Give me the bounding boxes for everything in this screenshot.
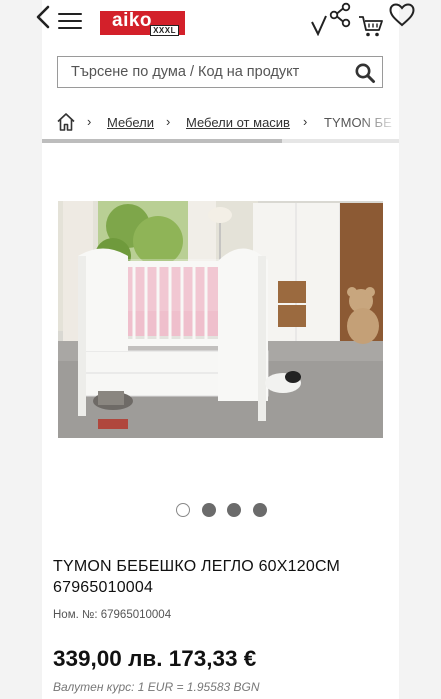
- compare-icon[interactable]: [307, 12, 329, 36]
- chevron-right-icon: ›: [303, 114, 308, 129]
- chevron-right-icon: ›: [87, 114, 92, 129]
- search-icon[interactable]: [354, 62, 376, 84]
- search-input[interactable]: [58, 57, 356, 87]
- top-bar: aiko XXXL: [0, 0, 441, 44]
- product-image[interactable]: [58, 201, 383, 438]
- carousel-dots: [173, 503, 273, 519]
- product-number-value: 67965010004: [100, 609, 172, 621]
- logo-badge: XXXL: [150, 25, 179, 36]
- share-icon[interactable]: [328, 2, 352, 28]
- product-number-label: Ном. №:: [53, 609, 98, 621]
- heart-icon[interactable]: [389, 3, 415, 27]
- menu-icon[interactable]: [58, 10, 84, 32]
- breadcrumb-scrollbar[interactable]: [42, 139, 399, 143]
- product-price: 339,00 лв. 173,33 €: [53, 646, 257, 671]
- breadcrumb-link-furniture[interactable]: Мебели: [107, 115, 154, 130]
- carousel-dot-3[interactable]: [227, 503, 241, 517]
- product-number: Ном. №: 67965010004: [53, 609, 171, 621]
- logo[interactable]: aiko XXXL: [100, 10, 185, 36]
- breadcrumb: › Мебели › Мебели от масив › TYMON БЕ: [42, 108, 399, 138]
- exchange-rate: Валутен курс: 1 EUR = 1.95583 BGN: [53, 680, 260, 694]
- carousel-dot-1[interactable]: [176, 503, 190, 517]
- chevron-right-icon: ›: [166, 114, 171, 129]
- carousel-dot-4[interactable]: [253, 503, 267, 517]
- breadcrumb-link-solid-wood[interactable]: Мебели от масив: [186, 115, 290, 130]
- logo-text: aiko: [112, 10, 153, 31]
- scrollbar-thumb[interactable]: [42, 139, 282, 143]
- carousel-dot-2[interactable]: [202, 503, 216, 517]
- search-box: [57, 56, 383, 88]
- back-arrow-icon[interactable]: [32, 4, 56, 30]
- product-title: TYMON БЕБЕШКО ЛЕГЛО 60Х120СМ 67965010004: [53, 558, 341, 596]
- home-icon[interactable]: [56, 112, 76, 132]
- breadcrumb-fade: [359, 108, 399, 138]
- cart-icon[interactable]: [358, 14, 384, 38]
